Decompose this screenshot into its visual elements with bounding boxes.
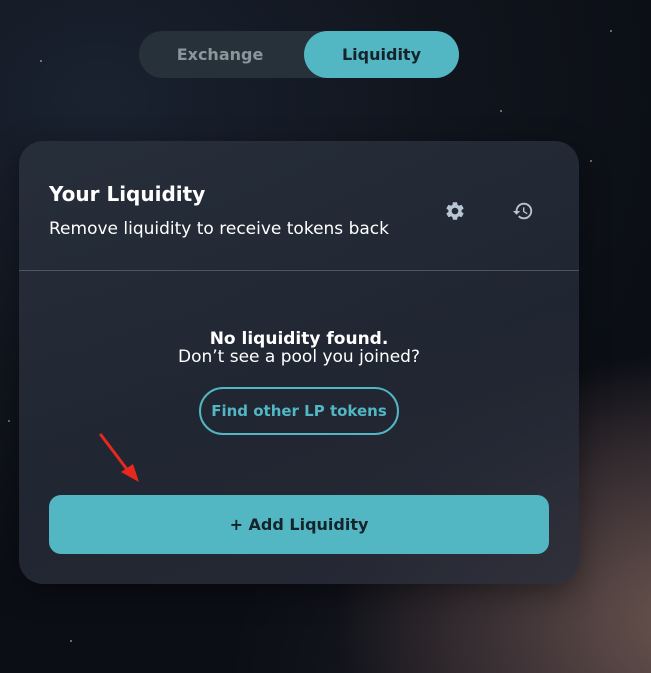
card-title: Your Liquidity bbox=[49, 182, 206, 206]
empty-state-subtitle: Don’t see a pool you joined? bbox=[178, 347, 420, 367]
tab-liquidity[interactable]: Liquidity bbox=[304, 31, 459, 78]
background-star bbox=[500, 110, 502, 112]
divider bbox=[19, 270, 579, 271]
add-liquidity-button[interactable]: + Add Liquidity bbox=[49, 495, 549, 554]
exchange-liquidity-toggle: Exchange Liquidity bbox=[139, 31, 459, 78]
tab-exchange[interactable]: Exchange bbox=[139, 31, 301, 78]
background-star bbox=[40, 60, 42, 62]
annotation-arrow-icon bbox=[99, 433, 139, 482]
history-icon bbox=[512, 202, 533, 220]
background-star bbox=[610, 30, 612, 32]
history-button[interactable] bbox=[509, 197, 537, 225]
background-star bbox=[590, 160, 592, 162]
background-star bbox=[8, 420, 10, 422]
empty-state-title: No liquidity found. bbox=[209, 329, 389, 349]
background-star bbox=[70, 640, 72, 642]
find-lp-tokens-button[interactable]: Find other LP tokens bbox=[199, 387, 399, 435]
settings-button[interactable] bbox=[441, 197, 469, 225]
liquidity-card: Your Liquidity Remove liquidity to recei… bbox=[19, 141, 579, 584]
card-subtitle: Remove liquidity to receive tokens back bbox=[49, 219, 389, 239]
gear-icon bbox=[446, 202, 464, 220]
